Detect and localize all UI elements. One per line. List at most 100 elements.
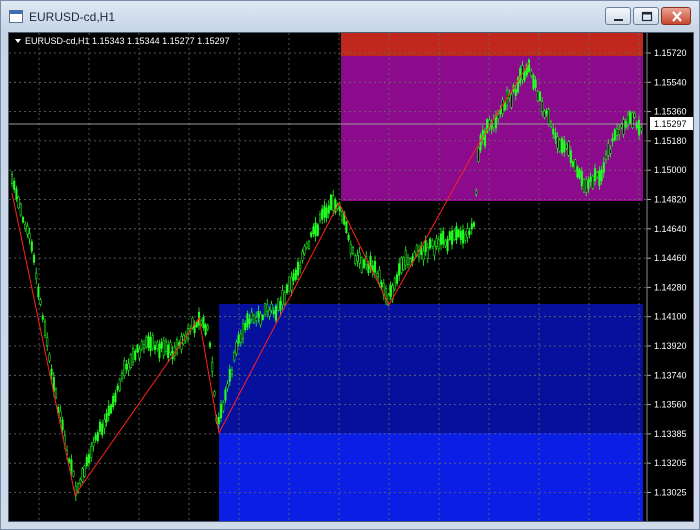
candle-body bbox=[468, 231, 471, 235]
candle-body bbox=[435, 238, 438, 247]
candle-body bbox=[270, 303, 273, 311]
candle-body bbox=[461, 229, 465, 244]
candle-body bbox=[147, 335, 150, 348]
candle-body bbox=[72, 470, 75, 477]
candle-body bbox=[136, 344, 139, 353]
candle-body bbox=[444, 240, 447, 246]
candle-body bbox=[48, 354, 51, 362]
candle-body bbox=[360, 257, 363, 273]
candle-body bbox=[380, 282, 383, 288]
candle-body bbox=[283, 292, 286, 305]
candle-body bbox=[303, 246, 306, 254]
candle-body bbox=[585, 179, 588, 193]
candle-body bbox=[406, 257, 410, 265]
candle-body bbox=[54, 388, 58, 399]
price-label: 1.15360 bbox=[654, 107, 687, 117]
candle-body bbox=[208, 342, 212, 347]
candle-body bbox=[90, 445, 93, 459]
candle-body bbox=[131, 348, 135, 363]
resistance-zone-top bbox=[341, 33, 643, 56]
candle-body bbox=[109, 404, 113, 414]
candle-body bbox=[567, 141, 570, 156]
candle-body bbox=[615, 128, 619, 136]
candle-body bbox=[41, 315, 44, 320]
candle-body bbox=[582, 179, 586, 193]
current-price-label: 1.15297 bbox=[654, 119, 687, 129]
candle-body bbox=[547, 109, 550, 125]
candle-body bbox=[393, 278, 396, 290]
candle-body bbox=[145, 337, 148, 348]
candle-body bbox=[611, 137, 614, 142]
candle-body bbox=[338, 206, 341, 212]
chart-canvas[interactable]: 1.15720 1.15540 1.15360 1.15180 1.15000 1.148… bbox=[9, 33, 694, 522]
candle-body bbox=[607, 143, 610, 156]
candle-body bbox=[536, 91, 539, 102]
candle-body bbox=[600, 169, 603, 181]
candle-body bbox=[206, 325, 209, 330]
price-label: 1.13560 bbox=[654, 400, 687, 410]
candle-body bbox=[85, 456, 88, 466]
candle-body bbox=[222, 402, 225, 412]
candle-body bbox=[46, 337, 49, 347]
candle-body bbox=[61, 419, 64, 431]
candle-body bbox=[620, 124, 623, 128]
candle-body bbox=[362, 259, 366, 269]
price-label: 1.14460 bbox=[654, 253, 687, 263]
candle-body bbox=[202, 317, 205, 329]
candle-body bbox=[248, 318, 251, 325]
candle-body bbox=[450, 230, 454, 245]
candle-body bbox=[569, 150, 572, 163]
candle-body bbox=[446, 238, 449, 252]
candle-body bbox=[239, 333, 242, 343]
chart-window: EURUSD-cd,H1 1.15720 1.15540 1.15360 1.1518… bbox=[0, 0, 700, 530]
candle-body bbox=[376, 273, 379, 278]
candle-body bbox=[318, 214, 322, 221]
candle-body bbox=[448, 231, 451, 241]
candle-body bbox=[149, 336, 152, 352]
maximize-button[interactable] bbox=[633, 7, 659, 25]
candle-body bbox=[609, 149, 612, 154]
price-label: 1.14640 bbox=[654, 224, 687, 234]
candle-body bbox=[351, 247, 355, 255]
candle-body bbox=[426, 247, 429, 259]
candle-body bbox=[274, 305, 278, 321]
title-bar[interactable]: EURUSD-cd,H1 bbox=[1, 1, 699, 33]
candle-body bbox=[560, 138, 564, 154]
candle-body bbox=[13, 180, 16, 190]
candle-body bbox=[204, 324, 207, 336]
price-chart[interactable]: 1.15720 1.15540 1.15360 1.15180 1.15000 1.148… bbox=[8, 32, 694, 522]
candle-body bbox=[629, 111, 632, 124]
candle-body bbox=[312, 226, 315, 234]
price-label: 1.15720 bbox=[654, 48, 687, 58]
candle-body bbox=[358, 252, 361, 264]
candle-body bbox=[101, 423, 104, 436]
candle-body bbox=[285, 284, 289, 293]
price-label: 1.14820 bbox=[654, 195, 687, 205]
candle-body bbox=[532, 74, 535, 90]
candle-body bbox=[87, 454, 91, 464]
candle-body bbox=[10, 174, 14, 184]
candle-body bbox=[164, 341, 168, 352]
candle-body bbox=[226, 383, 229, 389]
candle-body bbox=[125, 363, 128, 370]
candle-body bbox=[107, 405, 110, 416]
candle-body bbox=[541, 101, 544, 112]
candle-body bbox=[266, 304, 269, 312]
candle-body bbox=[116, 385, 119, 391]
candle-body bbox=[596, 172, 599, 178]
close-button[interactable] bbox=[661, 7, 691, 25]
candle-body bbox=[268, 310, 271, 317]
minimize-button[interactable] bbox=[605, 7, 631, 25]
candle-body bbox=[169, 342, 172, 354]
candle-body bbox=[433, 245, 436, 256]
candle-body bbox=[21, 216, 25, 223]
triangle-down-icon[interactable] bbox=[15, 39, 21, 43]
candle-body bbox=[439, 233, 443, 245]
candle-body bbox=[356, 255, 359, 262]
candle-body bbox=[217, 416, 220, 425]
price-label: 1.15180 bbox=[654, 136, 687, 146]
candle-body bbox=[112, 395, 115, 408]
candle-body bbox=[591, 176, 594, 189]
candle-body bbox=[299, 264, 302, 269]
candle-body bbox=[79, 479, 82, 484]
